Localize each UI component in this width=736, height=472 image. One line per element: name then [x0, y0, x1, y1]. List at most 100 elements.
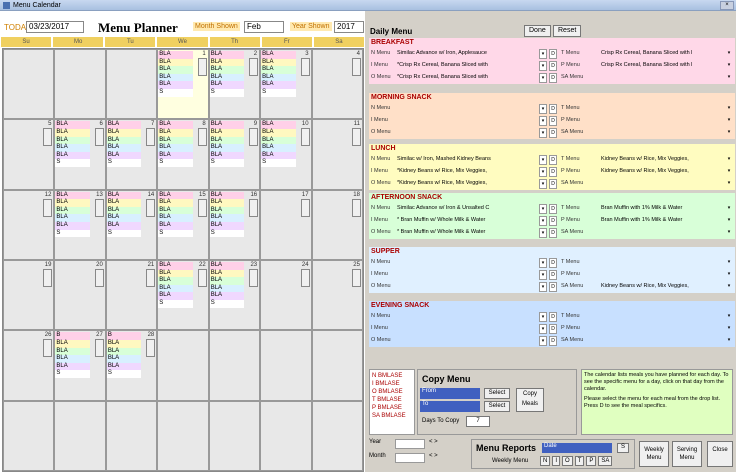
- day-open-button[interactable]: [300, 128, 310, 147]
- details-button[interactable]: D: [549, 73, 557, 83]
- menu-select[interactable]: [395, 270, 549, 280]
- day-open-button[interactable]: [146, 339, 156, 358]
- calendar-day[interactable]: 15 BLA BLA BLA BLA BLA S: [157, 189, 209, 260]
- dropdown-arrow-icon[interactable]: ▾: [539, 228, 547, 238]
- report-letter-button[interactable]: P: [586, 456, 597, 466]
- report-select-button[interactable]: S: [617, 443, 629, 453]
- day-open-button[interactable]: [249, 269, 259, 287]
- dropdown-arrow-icon[interactable]: ▾: [725, 282, 733, 292]
- calendar-day[interactable]: 22 BLA BLA BLA BLA BLA S: [157, 260, 209, 331]
- calendar-day[interactable]: [311, 400, 363, 471]
- dropdown-arrow-icon[interactable]: ▾: [725, 336, 733, 346]
- dropdown-arrow-icon[interactable]: ▾: [725, 49, 733, 59]
- day-open-button[interactable]: [94, 128, 104, 147]
- calendar-day[interactable]: 13 BLA BLA BLA BLA BLA S: [54, 189, 106, 260]
- calendar-day[interactable]: [157, 330, 209, 401]
- day-open-button[interactable]: [94, 269, 104, 287]
- menu-select[interactable]: [395, 324, 549, 334]
- dropdown-arrow-icon[interactable]: ▾: [539, 258, 547, 268]
- copy-meals-button[interactable]: Copy Meals: [516, 388, 544, 412]
- day-open-button[interactable]: [197, 269, 207, 287]
- calendar-day[interactable]: [3, 400, 55, 471]
- day-open-button[interactable]: [249, 128, 259, 147]
- day-open-button[interactable]: [300, 58, 310, 76]
- report-letter-button[interactable]: N: [540, 456, 551, 466]
- day-open-button[interactable]: [43, 269, 53, 287]
- dropdown-arrow-icon[interactable]: ▾: [725, 116, 733, 126]
- dropdown-arrow-icon[interactable]: ▾: [539, 282, 547, 292]
- copy-from-field[interactable]: From: [420, 388, 480, 399]
- day-open-button[interactable]: [146, 128, 156, 147]
- calendar-day[interactable]: 14 BLA BLA BLA BLA BLA S: [105, 189, 158, 260]
- calendar-day[interactable]: [157, 400, 209, 471]
- calendar-day[interactable]: 23 BLA BLA BLA BLA BLA S: [208, 260, 261, 331]
- calendar-day[interactable]: 19: [3, 260, 55, 331]
- menu-select[interactable]: * Bran Muffin w/ Whole Milk & Water: [395, 228, 549, 238]
- menu-select[interactable]: [599, 312, 723, 322]
- dropdown-arrow-icon[interactable]: ▾: [539, 179, 547, 189]
- calendar-day[interactable]: [105, 49, 158, 120]
- year-shown-field[interactable]: 2017: [334, 21, 364, 33]
- calendar-day[interactable]: 6 BLA BLA BLA BLA BLA S: [54, 119, 106, 190]
- menu-select[interactable]: Crisp Rx Cereal, Banana Sliced with l: [599, 49, 723, 59]
- dropdown-arrow-icon[interactable]: ▾: [725, 128, 733, 138]
- dropdown-arrow-icon[interactable]: ▾: [725, 179, 733, 189]
- details-button[interactable]: D: [549, 282, 557, 292]
- calendar-day[interactable]: 2 BLA BLA BLA BLA BLA S: [208, 49, 261, 120]
- dropdown-arrow-icon[interactable]: ▾: [725, 324, 733, 334]
- calendar-day[interactable]: [208, 400, 261, 471]
- calendar-day[interactable]: 26: [3, 330, 55, 401]
- report-date-field[interactable]: Date: [542, 443, 612, 453]
- calendar-day[interactable]: 25: [311, 260, 363, 331]
- dropdown-arrow-icon[interactable]: ▾: [539, 167, 547, 177]
- day-open-button[interactable]: [197, 198, 207, 217]
- close-window-button[interactable]: ×: [720, 1, 734, 10]
- calendar-day[interactable]: 11: [311, 119, 363, 190]
- calendar-day[interactable]: 21: [105, 260, 158, 331]
- menu-select[interactable]: [395, 104, 549, 114]
- report-letter-button[interactable]: I: [552, 456, 561, 466]
- details-button[interactable]: D: [549, 324, 557, 334]
- dropdown-arrow-icon[interactable]: ▾: [539, 128, 547, 138]
- details-button[interactable]: D: [549, 104, 557, 114]
- calendar-day[interactable]: 16 BLA BLA BLA BLA BLA S: [208, 189, 261, 260]
- menu-select[interactable]: [599, 179, 723, 189]
- dropdown-arrow-icon[interactable]: ▾: [539, 73, 547, 83]
- calendar-day[interactable]: [54, 400, 106, 471]
- weekly-menu-button[interactable]: Weekly Menu: [639, 441, 669, 467]
- details-button[interactable]: D: [549, 216, 557, 226]
- menu-select[interactable]: [599, 73, 723, 83]
- day-open-button[interactable]: [43, 128, 53, 147]
- details-button[interactable]: D: [549, 228, 557, 238]
- day-open-button[interactable]: [351, 128, 361, 147]
- menu-select[interactable]: [599, 270, 723, 280]
- calendar-day[interactable]: [311, 330, 363, 401]
- dropdown-arrow-icon[interactable]: ▾: [539, 61, 547, 71]
- menu-select[interactable]: [395, 116, 549, 126]
- report-letter-button[interactable]: T: [574, 456, 585, 466]
- calendar-day[interactable]: [208, 330, 261, 401]
- close-button[interactable]: Close: [707, 441, 733, 467]
- day-open-button[interactable]: [94, 198, 104, 217]
- details-button[interactable]: D: [549, 49, 557, 59]
- day-open-button[interactable]: [249, 58, 259, 76]
- menu-select[interactable]: [395, 336, 549, 346]
- menu-select[interactable]: Kidney Beans w/ Rice, Mix Veggies,: [599, 167, 723, 177]
- calendar-day[interactable]: 3 BLA BLA BLA BLA BLA S: [260, 49, 312, 120]
- details-button[interactable]: D: [549, 116, 557, 126]
- calendar-day[interactable]: 7 BLA BLA BLA BLA BLA S: [105, 119, 158, 190]
- calendar-day[interactable]: [54, 49, 106, 120]
- calendar-day[interactable]: 17: [260, 189, 312, 260]
- menu-select[interactable]: Bran Muffin with 1% Milk & Water: [599, 204, 723, 214]
- menu-select[interactable]: [395, 282, 549, 292]
- reset-button[interactable]: Reset: [553, 25, 582, 37]
- calendar-day[interactable]: 24: [260, 260, 312, 331]
- details-button[interactable]: D: [549, 336, 557, 346]
- dropdown-arrow-icon[interactable]: ▾: [725, 155, 733, 165]
- copy-to-field[interactable]: To: [420, 401, 480, 412]
- day-open-button[interactable]: [94, 339, 104, 358]
- dropdown-arrow-icon[interactable]: ▾: [725, 216, 733, 226]
- calendar-day[interactable]: [3, 49, 55, 120]
- details-button[interactable]: D: [549, 312, 557, 322]
- today-field[interactable]: 03/23/2017: [26, 21, 84, 33]
